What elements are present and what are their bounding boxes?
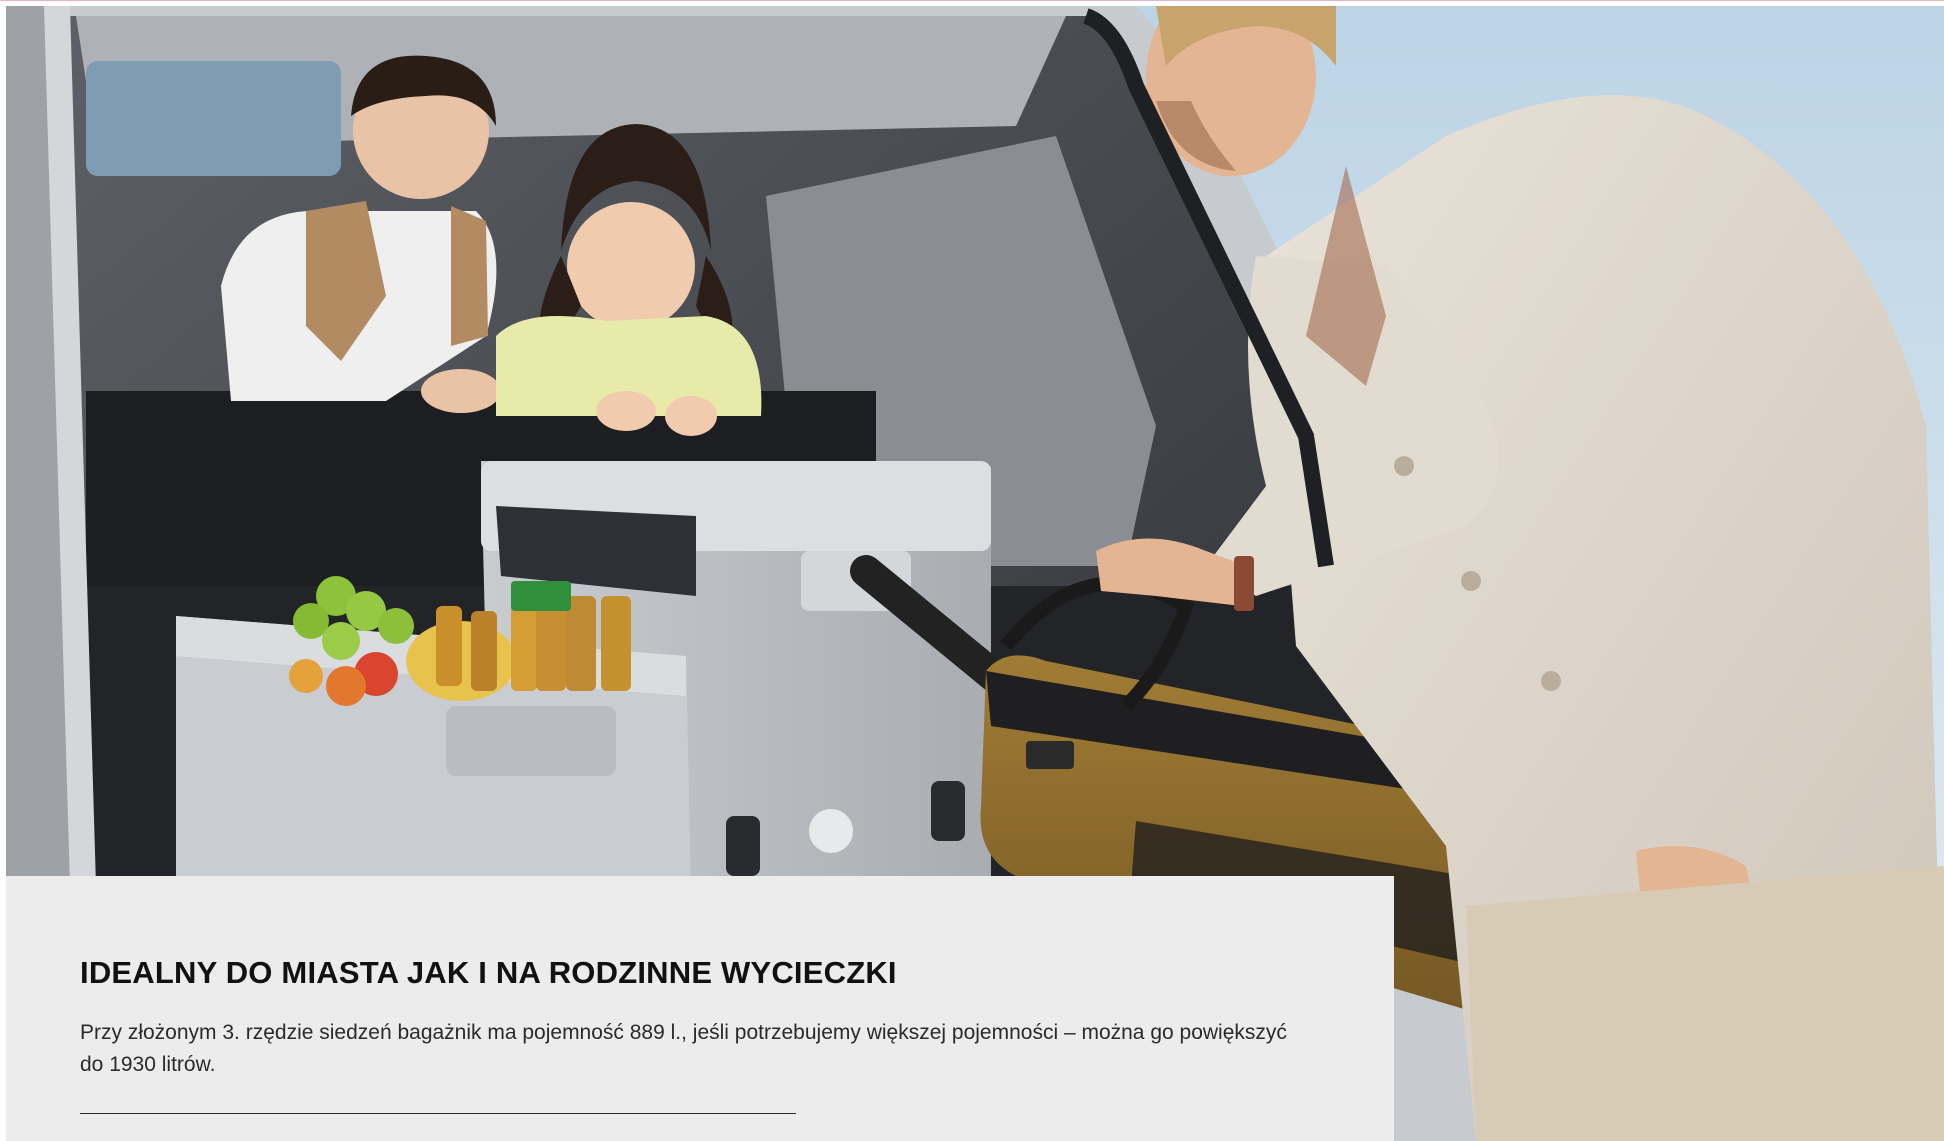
- card-title: IDEALNY DO MIASTA JAK I NA RODZINNE WYCI…: [80, 955, 897, 990]
- card-divider: [80, 1113, 796, 1115]
- page: IDEALNY DO MIASTA JAK I NA RODZINNE WYCI…: [0, 0, 1944, 1141]
- card-description: Przy złożonym 3. rzędzie siedzeń bagażni…: [80, 1021, 1287, 1077]
- info-card: IDEALNY DO MIASTA JAK I NA RODZINNE WYCI…: [6, 876, 1394, 1141]
